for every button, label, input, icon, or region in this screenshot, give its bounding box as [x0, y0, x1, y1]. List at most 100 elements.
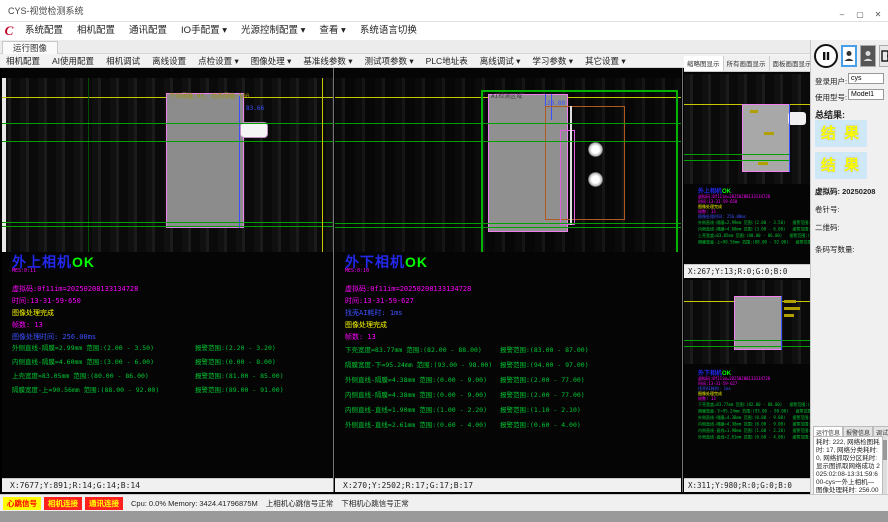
login-user-input[interactable]	[848, 73, 884, 84]
menu-view[interactable]: 查看 ▾	[312, 22, 352, 40]
overlay-green-line	[335, 141, 681, 142]
measure-text: 外侧直线-直线=2.61mm 范围:(0.60 - 4.00)	[698, 435, 785, 440]
alarm-range: 报警范围:(1.10 - 2.10)	[500, 404, 581, 414]
alarm-range: 报警范围:(89.00 - 91.00)	[195, 384, 284, 394]
tool-other-settings[interactable]: 其它设置 ▾	[579, 55, 632, 67]
right-camera-image[interactable]: AI检测区域 28.80	[335, 78, 681, 252]
pause-button[interactable]	[814, 44, 838, 68]
virtual-code-row: 虚拟码: 20250208	[815, 186, 875, 197]
right-panel: 登录用户: 使用型号: 总结果: 结 果 结 果 虚拟码: 20250208 卷…	[810, 40, 888, 494]
overlay-blue-vline	[781, 296, 782, 350]
measurement-row: 隔膜宽度-下=95.24mm 范围:(93.00 - 98.00)	[345, 359, 492, 369]
small-view-2-image[interactable]	[684, 280, 810, 364]
tool-test-params[interactable]: 测试项参数 ▾	[359, 55, 420, 67]
qr-code-label: 二维码:	[815, 222, 840, 233]
right-camera-view: AI检测区域 28.80 外下相机OK MES:0:10 虚拟码:0f11im=…	[335, 68, 681, 492]
alarm-range: 报警范围:(2.00 - 77.00)	[500, 374, 585, 384]
overlay-green-line	[2, 141, 333, 142]
tiny-label-mark	[784, 314, 794, 317]
tool-baseline-params[interactable]: 基准线参数 ▾	[297, 55, 358, 67]
menu-comm-config[interactable]: 通讯配置	[122, 22, 174, 40]
measure-text: 外侧直线-隔膜=2.99mm 范围:(2.00 - 3.50)	[12, 344, 154, 352]
measurement-row: 外侧直线-隔膜=2.99mm 范围:(2.00 - 3.50)	[12, 342, 154, 352]
measure-text: 隔膜宽度-下=95.24mm 范围:(93.00 - 98.00)	[345, 361, 492, 369]
measure-text: 外侧直线-隔膜=4.38mm 范围:(0.00 - 9.00)	[698, 416, 785, 421]
menu-light-config[interactable]: 光源控制配置 ▾	[234, 22, 312, 40]
view-divider	[682, 68, 683, 492]
user-mode-button[interactable]	[841, 45, 857, 67]
virtual-code-value: 20250208	[842, 187, 875, 196]
menu-system-config[interactable]: 系统配置	[18, 22, 70, 40]
title-bar: CYS-视觉检测系统 – ▢ ✕	[0, 0, 888, 22]
measure-text: 隔膜宽度-下=95.24mm 范围:(93.00 - 98.00)	[698, 409, 789, 414]
measurement-row: 内侧直线-隔膜=4.60mm 范围:(3.00 - 6.00)	[12, 356, 154, 366]
tool-ai-config[interactable]: AI使用配置	[46, 55, 100, 67]
camera-ok-text: OK	[72, 254, 95, 270]
window-controls: – ▢ ✕	[834, 8, 886, 21]
measure-text: 外侧直线-直线=2.61mm 范围:(0.60 - 4.00)	[345, 421, 487, 429]
close-button[interactable]: ✕	[870, 8, 886, 21]
measure-text: 外侧直线-隔膜=4.38mm 范围:(0.00 - 9.00)	[345, 376, 487, 384]
measurement-row: 隔膜宽度-上=90.56mm 范围:(88.00 - 92.00)	[12, 384, 159, 394]
measurement-row: 内侧直线-直线=1.90mm 范围:(1.00 - 2.20)	[345, 404, 487, 414]
overlay-blue-vline	[239, 96, 240, 228]
process-time-text: 图像处理时间: 256.00ms	[12, 332, 96, 342]
tool-learn-params[interactable]: 学习参数 ▾	[526, 55, 579, 67]
tiny-label-mark	[784, 300, 796, 303]
maximize-button[interactable]: ▢	[852, 8, 868, 21]
tab-all-views[interactable]: 所有画面显示	[724, 56, 770, 71]
tool-offline-debug[interactable]: 离线调试 ▾	[474, 55, 527, 67]
tool-image-processing[interactable]: 图像处理 ▾	[245, 55, 298, 67]
tool-camera-config[interactable]: 相机配置	[0, 55, 46, 67]
process-done-text: 图像处理完成	[12, 308, 54, 318]
small-view-1-image[interactable]	[684, 74, 810, 184]
menu-camera-config[interactable]: 相机配置	[70, 22, 122, 40]
model-input[interactable]	[848, 89, 884, 100]
battery-cell-region	[734, 296, 782, 350]
alarm-range: 报警范围:(2.20 - 3.20)	[195, 342, 276, 352]
measurement-row: 上壳宽度=83.05mm 范围:(80.00 - 86.00)	[12, 370, 149, 380]
tool-camera-debug[interactable]: 相机调试	[100, 55, 146, 67]
heartbeat-badge: 心跳信号	[3, 497, 41, 510]
camera-ok-text: OK	[722, 370, 731, 377]
small-view-1-text: 外上相机OK 虚拟码:0f11im=20250208133134728 时间:1…	[698, 188, 823, 246]
scrollbar-thumb[interactable]	[883, 440, 887, 460]
time-text: 时间:13-31-59-650	[12, 296, 81, 306]
view-divider	[333, 68, 334, 492]
tiny-label-mark	[750, 110, 758, 113]
overlay-green-line	[684, 160, 790, 161]
exit-door-icon	[881, 50, 888, 62]
virtual-code-label: 虚拟码:	[815, 187, 840, 196]
lower-camera-heartbeat-text: 下相机心跳信号正常	[341, 498, 409, 509]
tool-spotcheck-settings[interactable]: 点检设置 ▾	[192, 55, 245, 67]
write-count-label: 条码写数量:	[815, 244, 855, 255]
measure-text: 外侧直线-隔膜=2.99mm 范围:(2.00 - 3.50)	[698, 221, 785, 226]
status-bar: 心跳信号 相机连接 通讯连接 Cpu: 0.0% Memory: 3424.41…	[0, 494, 888, 511]
right-pixel-coords: X:270;Y:2502;R:17;G:17;B:17	[335, 478, 681, 492]
menu-io-config[interactable]: IO手配置 ▾	[174, 22, 234, 40]
tab-panel-views[interactable]: 面板画面显示	[770, 56, 816, 71]
alarm-range: 报警范围:(94.00 - 97.00)	[500, 359, 589, 369]
pause-icon	[820, 50, 832, 62]
roi-magenta-box	[560, 130, 575, 225]
user-icon	[844, 50, 854, 62]
process-done-text: 图像处理完成	[345, 320, 387, 330]
left-camera-image[interactable]: 下壳阈值:93, 动态阈值:100 83.66	[2, 78, 333, 252]
threshold-overlay-label: 下壳阈值:93, 动态阈值:100	[169, 91, 250, 100]
small-panel-tabs: 缩略图显示 所有画面显示 面板画面显示	[684, 56, 810, 72]
log-scrollbar[interactable]	[883, 436, 887, 498]
admin-mode-button[interactable]	[860, 45, 876, 67]
app-logo-icon: C	[0, 23, 18, 39]
log-text: 耗时: 222, 网络检图耗时: 17, 网络分类耗时: 0, 网络抓取分区耗时…	[813, 436, 883, 498]
exit-button[interactable]	[879, 45, 888, 67]
left-pixel-coords: X:7677;Y:891;R:14;G:14;B:14	[2, 478, 333, 492]
tool-plc-address[interactable]: PLC地址表	[420, 55, 474, 67]
tab-thumbnail-view[interactable]: 缩略图显示	[684, 56, 724, 71]
battery-cell-region	[166, 93, 244, 228]
tab-run-image[interactable]: 运行图像	[2, 41, 58, 54]
minimize-button[interactable]: –	[834, 8, 850, 21]
tool-offline-settings[interactable]: 离线设置	[146, 55, 192, 67]
measure-text: 下壳宽度=83.77mm 范围:(82.00 - 88.00)	[698, 403, 782, 408]
overlay-blue-vline	[789, 104, 790, 172]
menu-language-switch[interactable]: 系统语言切换	[353, 22, 424, 40]
